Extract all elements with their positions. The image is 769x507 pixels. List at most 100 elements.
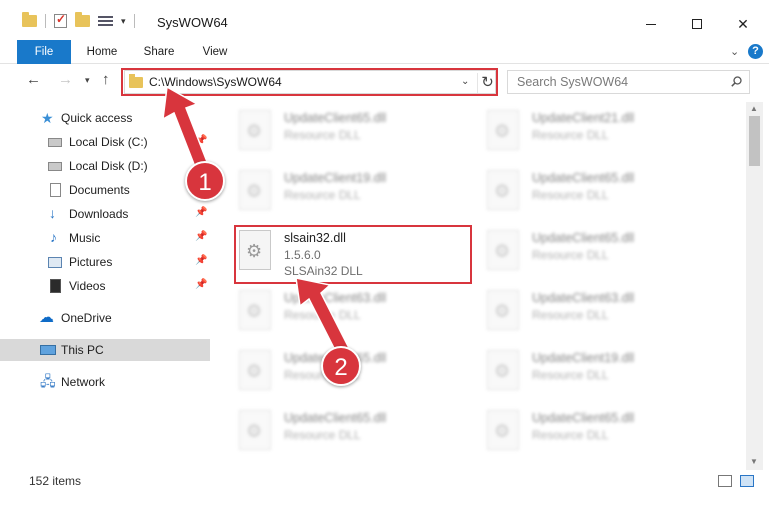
- back-arrow-icon[interactable]: ←: [26, 71, 41, 88]
- file-type: Resource DLL: [532, 428, 609, 442]
- file-tile[interactable]: UpdateClient65.dll Resource DLL: [213, 404, 453, 460]
- dll-file-icon: [239, 110, 271, 150]
- sidebar-item-quick-access[interactable]: ★ Quick access: [0, 107, 210, 129]
- sidebar-item-label: Videos: [69, 279, 106, 293]
- highlight-box: [121, 68, 498, 96]
- properties-check-icon[interactable]: [54, 12, 67, 28]
- details-view-icon[interactable]: [718, 475, 732, 487]
- tab-home[interactable]: Home: [78, 40, 126, 64]
- customize-toolbar-icon[interactable]: [98, 15, 113, 27]
- file-type: Resource DLL: [284, 308, 361, 322]
- divider: [45, 14, 46, 28]
- computer-icon: [40, 345, 56, 355]
- file-type: Resource DLL: [532, 248, 609, 262]
- file-name: UpdateClient21.dll: [532, 111, 635, 125]
- divider: [133, 14, 135, 28]
- dll-file-icon: [487, 290, 519, 330]
- search-placeholder: Search SysWOW64: [517, 75, 629, 89]
- tab-view[interactable]: View: [196, 40, 234, 64]
- file-tile[interactable]: UpdateClient19.dll Resource DLL: [213, 164, 453, 220]
- dll-file-icon: [487, 170, 519, 210]
- sidebar-item-label: Pictures: [69, 255, 113, 269]
- sidebar-item-music[interactable]: ♪ Music 📌: [0, 227, 210, 249]
- drive-icon: [48, 162, 62, 171]
- file-type: Resource DLL: [532, 308, 609, 322]
- file-tile[interactable]: UpdateClient65.dll Resource DLL: [461, 164, 701, 220]
- sidebar-item-downloads[interactable]: ↓ Downloads 📌: [0, 203, 210, 225]
- file-name: UpdateClient65.dll: [284, 111, 387, 125]
- vertical-scrollbar[interactable]: ▲ ▼: [746, 102, 763, 470]
- file-tile[interactable]: UpdateClient21.dll Resource DLL: [461, 104, 701, 160]
- file-name: UpdateClient19.dll: [532, 351, 635, 365]
- ribbon-tabs: File Home Share View ⌄ ?: [0, 40, 769, 64]
- dll-file-icon: [487, 110, 519, 150]
- cloud-icon: ☁: [39, 309, 54, 326]
- tab-share[interactable]: Share: [136, 40, 182, 64]
- network-icon: 🖧: [40, 373, 56, 389]
- music-icon: ♪: [50, 229, 57, 245]
- pin-icon[interactable]: 📌: [195, 231, 207, 242]
- file-tile[interactable]: UpdateClient19.dll Resource DLL: [461, 344, 701, 400]
- dll-file-icon: [239, 170, 271, 210]
- step-1-badge: 1: [185, 161, 225, 201]
- tab-file[interactable]: File: [17, 40, 71, 64]
- help-icon[interactable]: ?: [748, 44, 763, 59]
- scroll-down-icon[interactable]: ▼: [750, 457, 758, 466]
- search-input[interactable]: Search SysWOW64: [507, 70, 750, 94]
- sidebar-item-videos[interactable]: Videos 📌: [0, 275, 210, 297]
- file-name: UpdateClient65.dll: [532, 411, 635, 425]
- pin-icon[interactable]: 📌: [195, 255, 207, 266]
- videos-icon: [50, 279, 61, 293]
- minimize-button[interactable]: [628, 8, 674, 40]
- file-tile[interactable]: UpdateClient65.dll Resource DLL: [461, 224, 701, 280]
- file-name: UpdateClient65.dll: [284, 411, 387, 425]
- sidebar-item-label: Downloads: [69, 207, 129, 221]
- download-icon: ↓: [49, 205, 56, 221]
- tiles-view-icon[interactable]: [740, 475, 754, 487]
- close-button[interactable]: ✕: [720, 8, 766, 40]
- sidebar-item-onedrive[interactable]: ☁ OneDrive: [0, 307, 210, 329]
- new-folder-icon[interactable]: [75, 12, 90, 27]
- step-2-badge: 2: [321, 346, 361, 386]
- sidebar-item-documents[interactable]: Documents: [0, 179, 210, 201]
- forward-arrow-icon[interactable]: →: [58, 71, 73, 88]
- sidebar-item-label: Network: [61, 375, 106, 389]
- folder-icon: [22, 12, 37, 27]
- dll-file-icon: [487, 230, 519, 270]
- file-name: UpdateClient65.dll: [532, 231, 635, 245]
- sidebar-item-local-disk-c[interactable]: Local Disk (C:) 📌: [0, 131, 210, 153]
- pictures-icon: [48, 257, 62, 268]
- search-icon: [731, 76, 742, 87]
- recent-locations-icon[interactable]: ▾: [85, 75, 90, 86]
- dll-file-icon: [239, 290, 271, 330]
- sidebar-item-label: Music: [69, 231, 101, 245]
- sidebar-item-network[interactable]: 🖧 Network: [0, 371, 210, 393]
- sidebar-item-this-pc[interactable]: This PC: [0, 339, 210, 361]
- scroll-up-icon[interactable]: ▲: [750, 104, 758, 113]
- sidebar-item-pictures[interactable]: Pictures 📌: [0, 251, 210, 273]
- file-tile[interactable]: UpdateClient65.dll Resource DLL: [213, 104, 453, 160]
- drive-icon: [48, 138, 62, 147]
- expand-ribbon-icon[interactable]: ⌄: [730, 45, 739, 58]
- pin-icon[interactable]: 📌: [195, 135, 207, 146]
- file-tile[interactable]: UpdateClient63.dll Resource DLL: [461, 284, 701, 340]
- maximize-button[interactable]: [674, 8, 720, 40]
- file-name: UpdateClient19.dll: [284, 171, 387, 185]
- file-type: Resource DLL: [532, 368, 609, 382]
- chevron-down-icon[interactable]: ▾: [121, 16, 126, 27]
- pin-icon[interactable]: 📌: [195, 207, 207, 218]
- file-tile[interactable]: UpdateClient65.dll Resource DLL: [461, 404, 701, 460]
- sidebar-item-label: This PC: [61, 343, 104, 357]
- dll-file-icon: [487, 350, 519, 390]
- file-tile[interactable]: UpdateClient63.dll Resource DLL: [213, 284, 453, 340]
- pin-icon[interactable]: 📌: [195, 279, 207, 290]
- quick-access-toolbar: ▾: [22, 12, 135, 28]
- up-arrow-icon[interactable]: ↑: [102, 71, 110, 88]
- sidebar-item-label: Documents: [69, 183, 130, 197]
- navigation-pane: ★ Quick access Local Disk (C:) 📌 Local D…: [0, 102, 210, 462]
- window-title: SysWOW64: [157, 15, 228, 30]
- file-type: Resource DLL: [284, 428, 361, 442]
- scroll-thumb[interactable]: [749, 116, 760, 166]
- minimize-icon: [646, 23, 656, 25]
- sidebar-item-local-disk-d[interactable]: Local Disk (D:): [0, 155, 210, 177]
